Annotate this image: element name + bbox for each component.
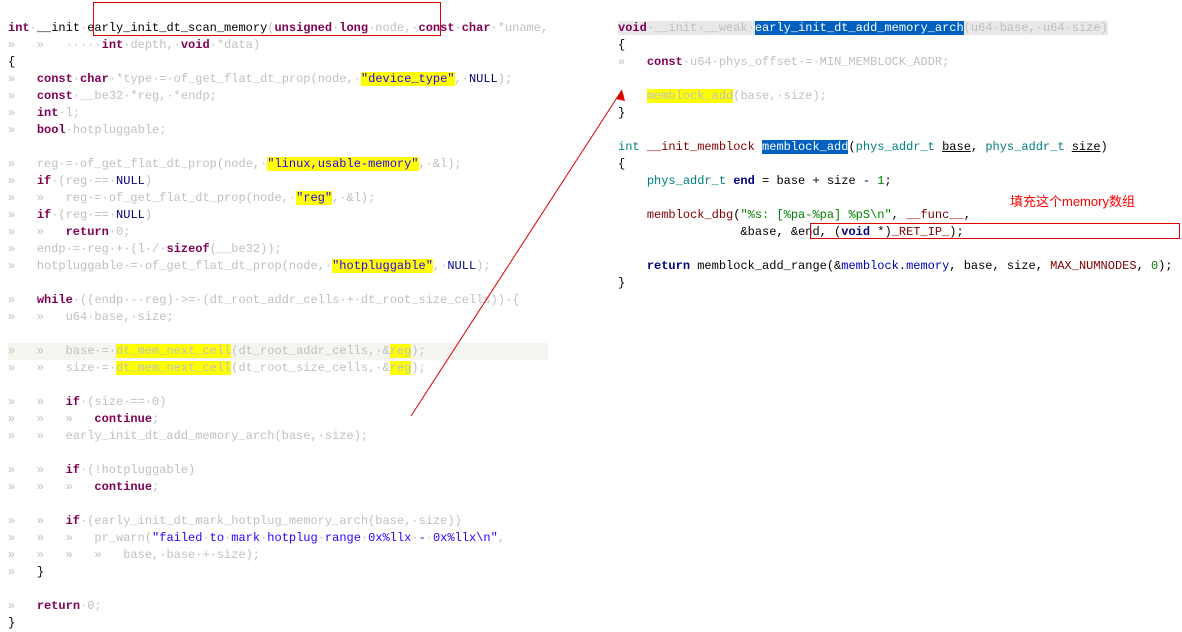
code-line: int·__init·early_init_dt_scan_memory(uns…	[8, 21, 548, 35]
code-line: » » size·=·dt_mem_next_cell(dt_root_size…	[8, 361, 426, 375]
code-line: » » » pr_warn("failed·to·mark·hotplug·ra…	[8, 531, 505, 545]
code-line: » » early_init_dt_add_memory_arch(base,·…	[8, 429, 368, 443]
code-line: {	[8, 55, 15, 69]
code-line: » if·(reg·==·NULL)	[8, 174, 152, 188]
code-line: int __init_memblock memblock_add(phys_ad…	[618, 140, 1108, 154]
code-line: memblock_dbg("%s: [%pa-%pa] %pS\n", __fu…	[618, 208, 971, 222]
code-line: » » » continue;	[8, 480, 159, 494]
annotation-text: 填充这个memory数组	[1010, 193, 1135, 210]
code-line: » reg·=·of_get_flat_dt_prop(node,·"linux…	[8, 157, 462, 171]
code-line: » memblock_add(base,·size);	[618, 89, 827, 103]
code-line: » » if·(!hotpluggable)	[8, 463, 195, 477]
code-line: » }	[8, 565, 44, 579]
code-line: {	[618, 157, 625, 171]
code-line: » » » » base,·base·+·size);	[8, 548, 260, 562]
code-line: return memblock_add_range(&memblock.memo…	[618, 259, 1173, 273]
code-line: }	[8, 616, 15, 630]
code-line: » » » continue;	[8, 412, 159, 426]
right-code-panel: void·__init·__weak·early_init_dt_add_mem…	[618, 3, 1173, 292]
code-line: » » reg·=·of_get_flat_dt_prop(node,·"reg…	[8, 191, 375, 205]
code-line: {	[618, 38, 625, 52]
code-line: » if·(reg·==·NULL)	[8, 208, 152, 222]
code-line: » const·char·*type·=·of_get_flat_dt_prop…	[8, 72, 512, 86]
code-line: &base, &end, (void *)_RET_IP_);	[618, 225, 964, 239]
code-line: » endp·=·reg·+·(l·/·sizeof(__be32));	[8, 242, 282, 256]
code-line: » » u64·base,·size;	[8, 310, 174, 324]
code-line: » » if·(early_init_dt_mark_hotplug_memor…	[8, 514, 462, 528]
code-line: » » ·····int·depth,·void·*data)	[8, 38, 260, 52]
code-line: » return·0;	[8, 599, 102, 613]
left-code-panel: int·__init·early_init_dt_scan_memory(uns…	[8, 3, 548, 632]
code-line: » int·l;	[8, 106, 80, 120]
code-line: » hotpluggable·=·of_get_flat_dt_prop(nod…	[8, 259, 491, 273]
code-line: }	[618, 276, 625, 290]
code-line: }	[618, 106, 625, 120]
code-line: » » if·(size·==·0)	[8, 395, 166, 409]
code-line: » bool·hotpluggable;	[8, 123, 166, 137]
code-line: » const·u64·phys_offset·=·MIN_MEMBLOCK_A…	[618, 55, 949, 69]
code-line: » const·__be32·*reg,·*endp;	[8, 89, 217, 103]
code-line: » while·((endp·-·reg)·>=·(dt_root_addr_c…	[8, 293, 519, 307]
highlighted-line: » » base·=·dt_mem_next_cell(dt_root_addr…	[8, 343, 548, 360]
code-line: » » return·0;	[8, 225, 130, 239]
code-line: phys_addr_t end = base + size - 1;	[618, 174, 892, 188]
code-line: void·__init·__weak·early_init_dt_add_mem…	[618, 21, 1108, 35]
